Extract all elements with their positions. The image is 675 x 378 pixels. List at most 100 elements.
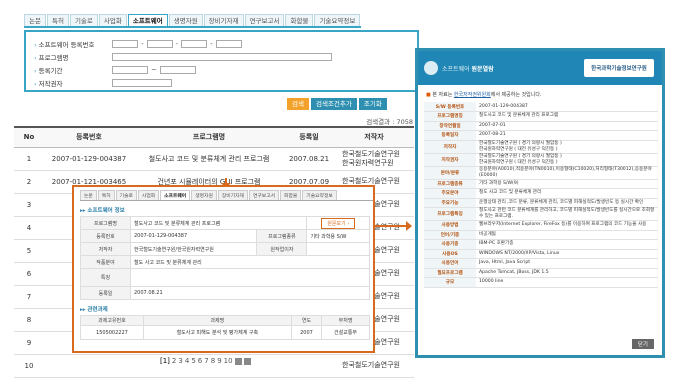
tab-1[interactable]: 특허 — [46, 14, 69, 26]
page-link[interactable]: 9 — [217, 357, 221, 365]
info-row: 프로그램명칭 철도사고 코드 및 분류체계 관리 프로그램 — [424, 111, 658, 122]
program-name-input[interactable] — [112, 52, 332, 61]
page-link[interactable]: 8 — [211, 357, 215, 365]
popup-tab-1[interactable]: 특허 — [97, 190, 115, 200]
info-value: 2007-07-01 — [476, 121, 658, 131]
regno-input-4[interactable] — [215, 39, 242, 48]
feature-label: 특징 — [80, 268, 131, 287]
last-page-icon[interactable] — [243, 357, 251, 365]
popup-tab-7[interactable]: 연구보고서 — [248, 190, 280, 200]
page-link[interactable]: 7 — [204, 357, 208, 365]
source-link[interactable]: 한국저작권위원회 — [454, 92, 491, 98]
popup-tab-8[interactable]: 화합물 — [280, 190, 302, 200]
tab-2[interactable]: 기술로 — [69, 14, 98, 26]
tab-3[interactable]: 사업화 — [98, 14, 127, 26]
popup-tab-5[interactable]: 생명자원 — [191, 190, 217, 200]
period-start-input[interactable] — [112, 65, 148, 74]
author-input[interactable] — [112, 78, 172, 87]
info-row: 사용방법 웹브라우저(Internet Explorer, FireFox 등)를… — [424, 220, 658, 231]
original-view-popup: 소프트웨어 원문열람 한국과학기술정보연구원 ■ 본 자료는 한국저작권위원회에… — [415, 48, 665, 358]
cell-reg — [44, 354, 134, 378]
info-value: 철도사고 관련 코드 분류체계를 관리하고, 코드별 피해실적도/발생빈도를 실… — [476, 207, 658, 221]
table-header-row: No 등록번호 프로그램명 등록일 저작자 — [14, 126, 414, 148]
popup-tab-0[interactable]: 논문 — [80, 190, 97, 200]
period-end-input[interactable] — [159, 65, 196, 74]
regno-input-3[interactable] — [181, 39, 208, 48]
view-original-button[interactable]: 원문보기 › — [321, 217, 356, 229]
page-link[interactable]: 10 — [224, 357, 233, 365]
info-value: 2007-01-129-004387 — [476, 102, 658, 112]
tab-9[interactable]: 기술요약정보 — [314, 14, 361, 26]
tab-4[interactable]: 소프트웨어 — [127, 14, 168, 26]
next-page-icon[interactable] — [234, 357, 242, 365]
cell-date: 2007.08.21 — [284, 147, 334, 171]
program-name-label: 프로그램명 — [80, 216, 131, 230]
popup-tab-6[interactable]: 장비기자재 — [217, 190, 248, 200]
related-project-table: 과제고유번호 과제명 연도 부처명 1505002227 철도사고 피해도 분석… — [80, 315, 370, 340]
page-link[interactable]: 2 — [172, 357, 176, 365]
popup-tab-2[interactable]: 기술로 — [115, 190, 137, 200]
info-label: 필요프로그램 — [424, 268, 476, 278]
tab-0[interactable]: 논문 — [24, 14, 46, 26]
cell-no: 7 — [14, 285, 44, 309]
page-link[interactable]: 6 — [198, 357, 202, 365]
page-link[interactable]: 3 — [178, 357, 182, 365]
search-button[interactable]: 검색 — [287, 98, 309, 110]
flower-logo-icon — [424, 61, 438, 75]
info-row: 분야/분류 응용분야(A0010),적용분야(TN0010),이용형태(C1002… — [424, 166, 658, 180]
notice-bullet-icon: ■ — [426, 92, 431, 98]
info-value: 운행상태 관리 ,코드 분류, 분류체계 관리, 코드별 피해실적도/발생빈도 … — [476, 198, 658, 208]
search-row-program: 프로그램명 — [34, 51, 409, 62]
info-row: 사용언어 Java, Html, Java Script — [424, 258, 658, 269]
info-label: 주요기능 — [424, 198, 476, 208]
info-row: S/W 등록번호 2007-01-129-004387 — [424, 102, 658, 112]
popup-tab-3[interactable]: 사업화 — [137, 190, 160, 200]
col-author: 저작자 — [334, 126, 414, 148]
cell-no: 4 — [14, 216, 44, 240]
tab-6[interactable]: 장비기자재 — [203, 14, 244, 26]
reg-number-value: 2007-01-129-004387 — [129, 229, 258, 243]
info-value: 기타 과학용 S/W(9) — [476, 179, 658, 189]
popup-tab-4[interactable]: 소프트웨어 — [160, 190, 191, 200]
original-author-value — [306, 242, 370, 256]
tab-8[interactable]: 화합물 — [285, 14, 314, 26]
table-row[interactable]: 1505002227 철도사고 피해도 분석 및 평가체계 구축 2007 건설… — [80, 325, 370, 340]
close-button[interactable]: 닫기 — [631, 339, 654, 349]
info-row: 사용OS WINDOWS NT/2000/XP/Vista, Linux — [424, 249, 658, 259]
cell-author: 한국철도기술연구원 — [334, 354, 414, 378]
regno-input-2[interactable] — [146, 39, 173, 48]
info-value: 한국철도기술연구원 ( 경기 의왕시 월암동 ) 한국원자력연구원 ( 대전 유… — [476, 140, 658, 154]
detail-popup: 논문 특허 기술로 사업화 소프트웨어 생명자원 장비기자재 연구보고서 화합물 기술요약정보 ▸… — [72, 185, 375, 353]
feature-value — [130, 268, 370, 287]
search-row-author: 저작권자 — [34, 77, 409, 88]
table-row[interactable]: 1 2007-01-129-004387 철도사고 코드 및 분류체계 관리 프로그… — [14, 147, 414, 171]
info-row: 창작연월일 2007-07-01 — [424, 121, 658, 131]
info-label: 창작연월일 — [424, 121, 476, 131]
cell-author: 한국철도기술연구원 한국원자력연구원 — [334, 147, 414, 171]
info-label: 언어/기종 — [424, 230, 476, 240]
author-value: 한국철도기술연구원/한국원자력연구원 — [129, 242, 258, 256]
info-row: 프로그램특징 철도사고 관련 코드 분류체계를 관리하고, 코드별 피해실적도/발… — [424, 207, 658, 221]
cell-no: 10 — [14, 354, 44, 378]
info-value: 비공개됨 — [476, 230, 658, 240]
regno-input-1[interactable] — [112, 39, 138, 48]
popup-tab-9[interactable]: 기술요약정보 — [302, 190, 337, 200]
add-condition-button[interactable]: 검색조건추가 — [310, 98, 357, 110]
page-link[interactable]: 5 — [191, 357, 195, 365]
cell-date — [284, 354, 334, 378]
cell-no: 8 — [14, 308, 44, 332]
info-row: 언어/기종 비공개됨 — [424, 230, 658, 240]
page-link[interactable]: [1] — [160, 357, 170, 365]
author-label: 저작권자 — [34, 78, 112, 88]
info-label: 사용언어 — [424, 258, 476, 269]
page-link[interactable]: 4 — [185, 357, 189, 365]
info-row: 등록일자 2007-08-21 — [424, 130, 658, 141]
kisti-logo: 한국과학기술정보연구원 — [584, 59, 654, 77]
reset-button[interactable]: 조기화 — [358, 98, 387, 110]
tab-5[interactable]: 생명자원 — [168, 14, 203, 26]
popup-tabs: 논문 특허 기술로 사업화 소프트웨어 생명자원 장비기자재 연구보고서 화합물 기술요약정보 — [80, 190, 373, 201]
source-notice: ■ 본 자료는 한국저작권위원회에서 제공하는 것입니다. — [426, 92, 542, 98]
tab-7[interactable]: 연구보고서 — [244, 14, 285, 26]
info-value: 철도사고 코드 및 분류체계 관리 프로그램 — [476, 111, 658, 122]
info-row: 사용기종 IBM-PC 호환기종 — [424, 239, 658, 250]
